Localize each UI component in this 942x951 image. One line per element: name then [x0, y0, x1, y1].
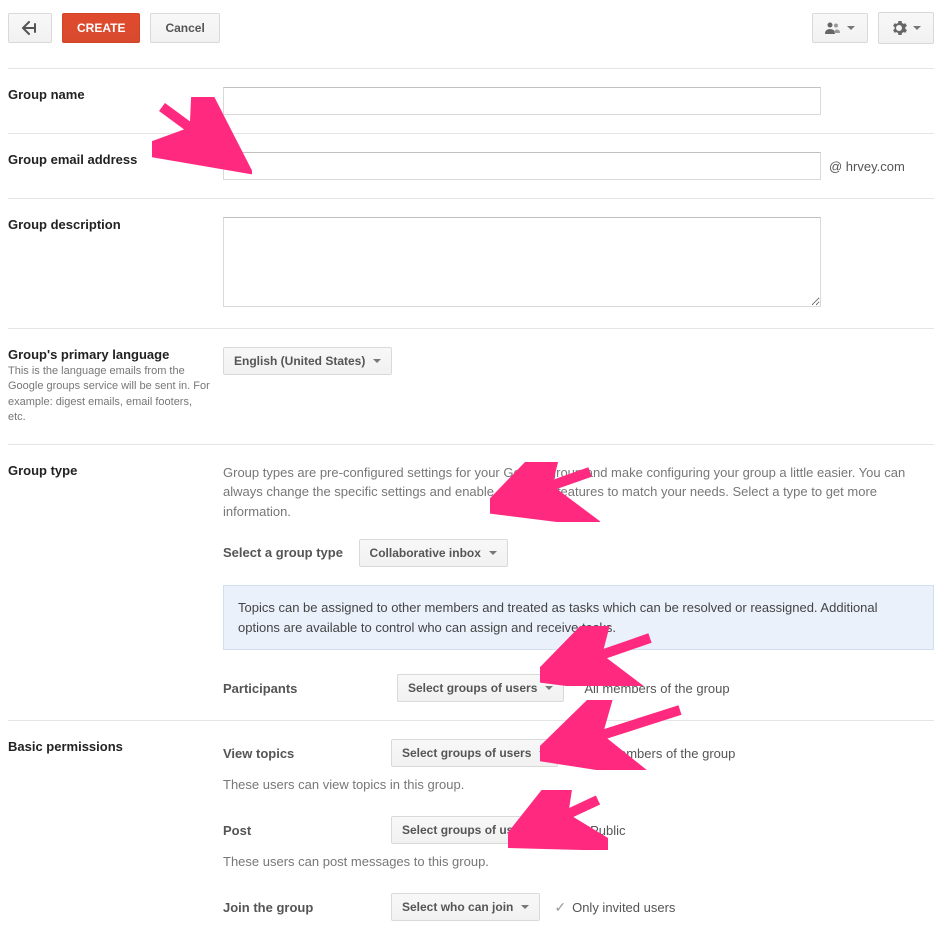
- caret-down-icon: [521, 905, 529, 909]
- join-label: Join the group: [223, 900, 377, 915]
- post-value: ✓ Public: [572, 822, 625, 839]
- group-type-info-box: Topics can be assigned to other members …: [223, 585, 934, 650]
- group-name-row: Group name: [8, 68, 934, 133]
- join-dropdown-value: Select who can join: [402, 900, 513, 914]
- post-description: These users can post messages to this gr…: [223, 854, 934, 869]
- view-topics-block: View topics Select groups of users ✓ All…: [223, 739, 934, 792]
- group-email-row: Group email address @ hrvey.com: [8, 133, 934, 198]
- participants-value: All members of the group: [584, 681, 729, 696]
- post-block: Post Select groups of users ✓ Public The…: [223, 816, 934, 869]
- checkmark-icon: ✓: [572, 745, 584, 762]
- select-group-type-label: Select a group type: [223, 545, 343, 560]
- view-topics-label: View topics: [223, 746, 377, 761]
- join-dropdown[interactable]: Select who can join: [391, 893, 540, 921]
- participants-label: Participants: [223, 681, 377, 696]
- group-type-row: Group type Group types are pre-configure…: [8, 444, 934, 721]
- settings-menu-button[interactable]: [878, 12, 934, 44]
- people-icon: [825, 21, 841, 35]
- toolbar: CREATE Cancel: [8, 12, 934, 44]
- group-type-dropdown[interactable]: Collaborative inbox: [359, 539, 508, 567]
- back-arrow-icon: [21, 21, 39, 35]
- post-dropdown-value: Select groups of users: [402, 823, 531, 837]
- group-name-input[interactable]: [223, 87, 821, 115]
- post-dropdown[interactable]: Select groups of users: [391, 816, 558, 844]
- cancel-button[interactable]: Cancel: [150, 13, 219, 43]
- primary-language-row: Group's primary language This is the lan…: [8, 328, 934, 444]
- group-description-textarea[interactable]: [223, 217, 821, 307]
- group-type-value: Collaborative inbox: [370, 546, 481, 560]
- caret-down-icon: [539, 828, 547, 832]
- basic-permissions-label: Basic permissions: [8, 739, 211, 754]
- group-description-row: Group description: [8, 198, 934, 328]
- view-topics-dropdown[interactable]: Select groups of users: [391, 739, 558, 767]
- view-topics-dropdown-value: Select groups of users: [402, 746, 531, 760]
- caret-down-icon: [847, 26, 855, 30]
- post-label: Post: [223, 823, 377, 838]
- participants-dropdown[interactable]: Select groups of users: [397, 674, 564, 702]
- group-type-description: Group types are pre-configured settings …: [223, 463, 934, 522]
- caret-down-icon: [539, 751, 547, 755]
- group-name-label: Group name: [8, 87, 211, 102]
- checkmark-icon: ✓: [572, 822, 584, 839]
- caret-down-icon: [545, 686, 553, 690]
- caret-down-icon: [913, 26, 921, 30]
- create-button[interactable]: CREATE: [62, 13, 140, 43]
- email-domain-suffix: @ hrvey.com: [829, 159, 905, 174]
- primary-language-sublabel: This is the language emails from the Goo…: [8, 364, 211, 426]
- basic-permissions-row: Basic permissions View topics Select gro…: [8, 720, 934, 939]
- group-email-label: Group email address: [8, 152, 211, 167]
- group-description-label: Group description: [8, 217, 211, 232]
- checkmark-icon: ✓: [554, 899, 566, 916]
- caret-down-icon: [489, 551, 497, 555]
- primary-language-label: Group's primary language: [8, 347, 211, 362]
- gear-icon: [891, 20, 907, 36]
- caret-down-icon: [373, 359, 381, 363]
- people-menu-button[interactable]: [812, 13, 868, 43]
- back-button[interactable]: [8, 13, 52, 43]
- join-block: Join the group Select who can join ✓ Onl…: [223, 893, 934, 921]
- group-type-label: Group type: [8, 463, 211, 478]
- participants-dropdown-value: Select groups of users: [408, 681, 537, 695]
- join-value: ✓ Only invited users: [554, 899, 675, 916]
- primary-language-value: English (United States): [234, 354, 365, 368]
- view-topics-value: ✓ All members of the group: [572, 745, 735, 762]
- view-topics-description: These users can view topics in this grou…: [223, 777, 934, 792]
- primary-language-dropdown[interactable]: English (United States): [223, 347, 392, 375]
- group-email-input[interactable]: [223, 152, 821, 180]
